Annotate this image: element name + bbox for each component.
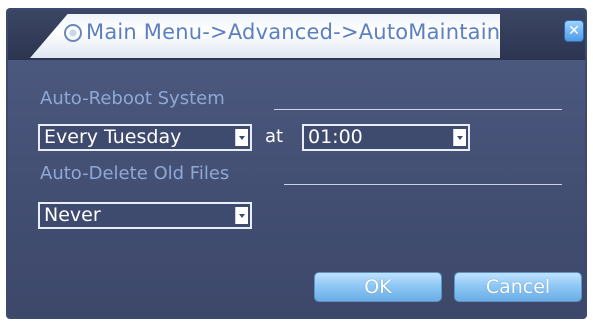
auto-delete-select[interactable]: Never: [38, 202, 252, 229]
auto-delete-divider: [284, 184, 562, 185]
ok-button[interactable]: OK: [314, 272, 442, 302]
cancel-button[interactable]: Cancel: [454, 272, 582, 302]
auto-reboot-label: Auto-Reboot System: [40, 88, 225, 109]
automaintain-dialog: Main Menu->Advanced->AutoMaintain ✕ Auto…: [6, 8, 587, 319]
reboot-day-select[interactable]: Every Tuesday: [38, 124, 252, 151]
reboot-day-value: Every Tuesday: [44, 126, 182, 148]
chevron-down-icon[interactable]: [235, 129, 248, 146]
close-x-icon: ✕: [568, 23, 580, 39]
window-title: Main Menu->Advanced->AutoMaintain: [86, 20, 501, 44]
title-bar: Main Menu->Advanced->AutoMaintain ✕: [8, 10, 585, 60]
auto-reboot-divider: [274, 109, 562, 110]
at-label: at: [265, 126, 284, 147]
auto-delete-value: Never: [44, 204, 101, 226]
close-button[interactable]: ✕: [564, 20, 584, 42]
chevron-down-icon[interactable]: [235, 207, 248, 224]
auto-delete-label: Auto-Delete Old Files: [40, 163, 230, 184]
reboot-time-value: 01:00: [308, 126, 363, 148]
reboot-time-select[interactable]: 01:00: [302, 124, 470, 151]
chevron-down-icon[interactable]: [453, 129, 466, 146]
menu-circle-icon: [64, 24, 82, 42]
